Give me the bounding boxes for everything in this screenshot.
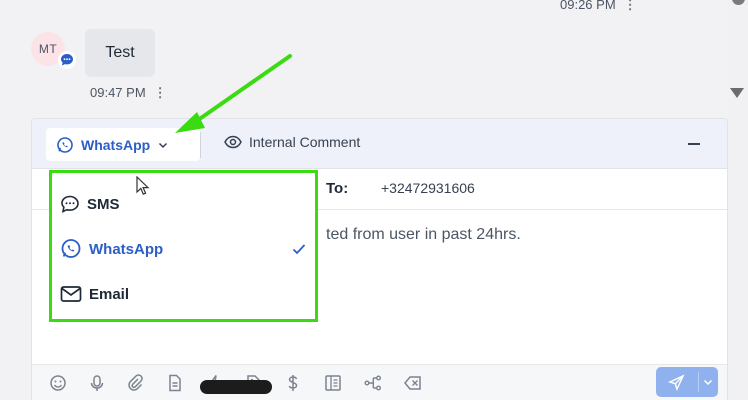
composer-header: WhatsApp Internal Comment <box>32 119 727 169</box>
tab-internal-comment[interactable]: Internal Comment <box>224 134 360 150</box>
chevron-down-icon[interactable] <box>702 376 714 388</box>
send-icon <box>668 374 685 391</box>
previous-message-time: 09:26 PM ⋮ <box>560 0 637 13</box>
menu-item-email[interactable]: Email <box>60 279 310 309</box>
eye-icon <box>224 135 242 149</box>
header-divider <box>200 132 201 158</box>
emoji-icon[interactable] <box>49 374 67 392</box>
scrollbar[interactable] <box>728 0 748 400</box>
screen-overlay-pill <box>200 380 272 394</box>
send-button-divider <box>698 372 699 392</box>
kebab-menu-icon[interactable]: ⋮ <box>154 85 167 101</box>
chat-bubble-icon <box>61 195 79 213</box>
workflow-icon[interactable] <box>364 374 382 392</box>
message-time-text: 09:47 PM <box>90 85 146 100</box>
checkmark-icon <box>292 244 306 255</box>
composer-notice-text: ted from user in past 24hrs. <box>326 226 521 243</box>
channel-select-label: WhatsApp <box>81 136 151 153</box>
channel-select[interactable]: WhatsApp <box>46 128 200 161</box>
envelope-icon <box>60 286 82 302</box>
dollar-icon[interactable] <box>284 374 302 392</box>
chevron-down-icon <box>159 142 168 148</box>
minimize-icon[interactable] <box>688 143 700 145</box>
menu-item-label: SMS <box>87 195 120 213</box>
avatar-initials: MT <box>38 42 58 56</box>
mouse-cursor-icon <box>136 176 150 195</box>
scroll-down-arrow-icon[interactable] <box>730 88 744 98</box>
send-button[interactable] <box>656 367 718 397</box>
menu-item-label: WhatsApp <box>89 240 164 258</box>
chat-bubble-icon <box>58 51 76 69</box>
document-icon[interactable] <box>166 374 184 392</box>
message-time: 09:47 PM ⋮ <box>90 85 167 101</box>
menu-item-sms[interactable]: SMS <box>60 189 310 219</box>
scroll-thumb[interactable] <box>732 0 745 5</box>
paperclip-icon[interactable] <box>126 374 144 392</box>
whatsapp-icon <box>57 136 73 153</box>
clear-icon[interactable] <box>404 374 422 392</box>
to-phone-number[interactable]: +32472931606 <box>381 180 475 196</box>
to-label: To: <box>326 180 349 197</box>
message-bubble: Test <box>85 29 155 77</box>
internal-comment-label: Internal Comment <box>249 134 361 150</box>
microphone-icon[interactable] <box>88 374 106 392</box>
message-text: Test <box>105 44 135 61</box>
menu-item-whatsapp[interactable]: WhatsApp <box>60 234 310 264</box>
kebab-menu-icon[interactable]: ⋮ <box>624 0 637 13</box>
composer-toolbar <box>32 364 727 400</box>
whatsapp-icon <box>61 239 81 258</box>
previous-time-text: 09:26 PM <box>560 0 616 12</box>
menu-item-label: Email <box>89 285 130 303</box>
book-icon[interactable] <box>324 374 342 392</box>
channel-dropdown-menu: SMS WhatsApp Email <box>49 170 318 322</box>
